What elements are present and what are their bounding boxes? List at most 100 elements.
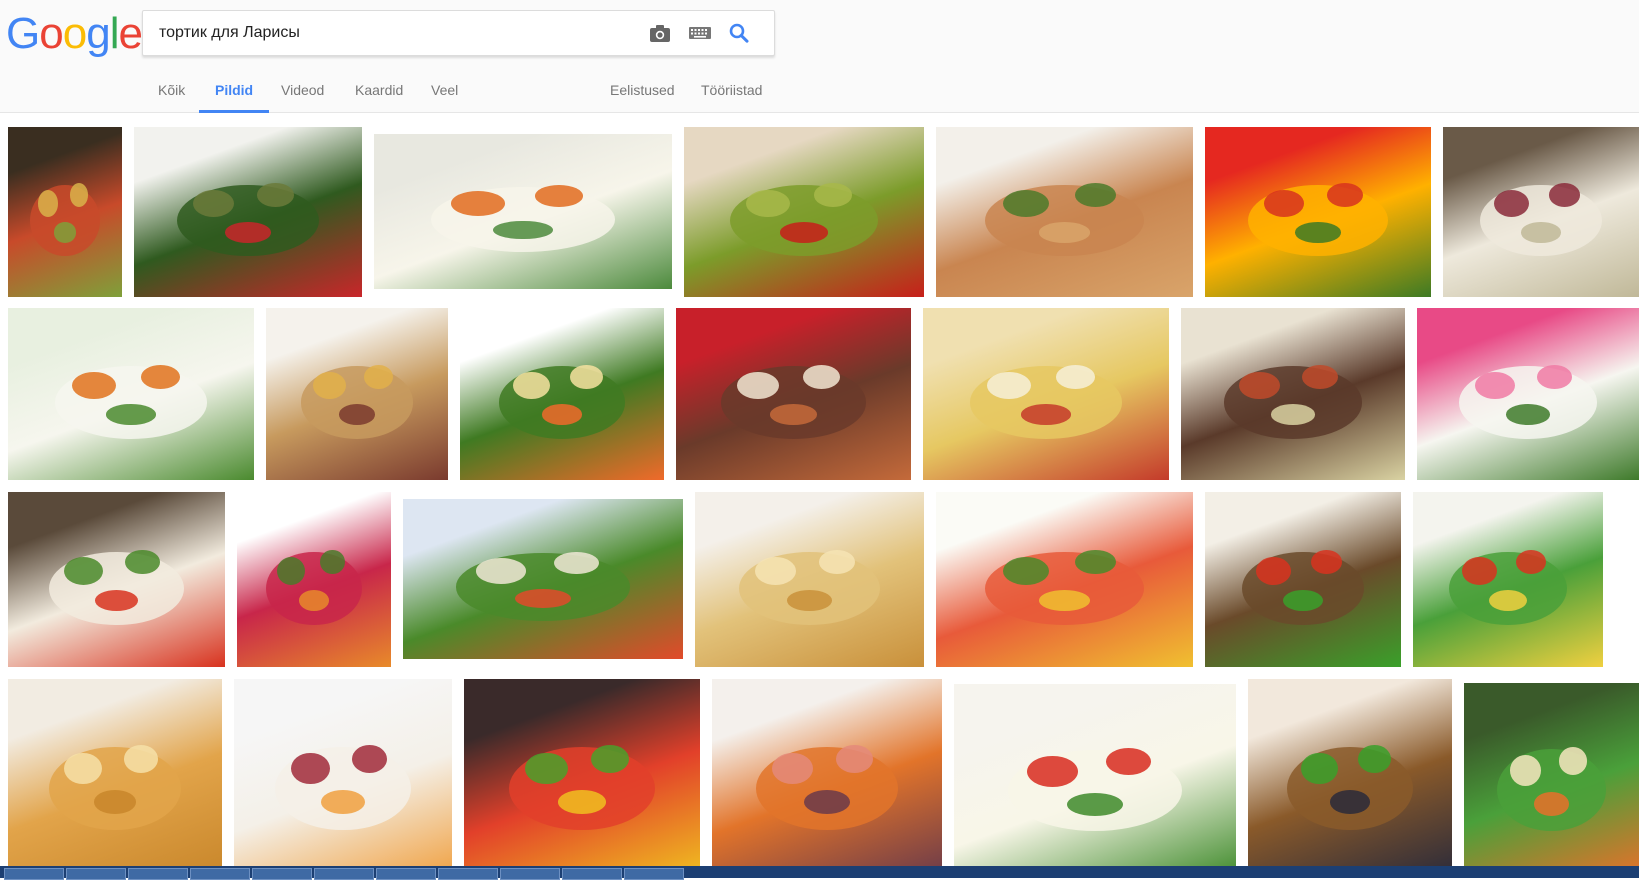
image-detail: [802, 364, 841, 389]
search-box: [142, 10, 775, 56]
image-detail: [1021, 404, 1071, 425]
keyboard-icon[interactable]: [687, 21, 713, 45]
image-result-thumbnail[interactable]: [936, 127, 1193, 297]
image-result-thumbnail[interactable]: [464, 679, 700, 878]
image-detail: [534, 185, 583, 207]
taskbar-item[interactable]: [376, 868, 436, 880]
image-detail: [570, 364, 603, 389]
image-detail: [1509, 755, 1541, 787]
header: Google Kõik Pildid Videod Kaardid Veel E…: [0, 0, 1639, 113]
tab-images[interactable]: Pildid: [198, 72, 270, 113]
image-result-thumbnail[interactable]: [403, 499, 683, 659]
image-result-thumbnail[interactable]: [134, 127, 362, 297]
logo-letter: g: [86, 9, 111, 58]
image-detail: [1038, 222, 1091, 243]
image-result-thumbnail[interactable]: [234, 679, 452, 878]
image-detail: [53, 222, 77, 243]
search-icon[interactable]: [726, 21, 752, 45]
image-detail: [1521, 222, 1561, 243]
image-detail: [225, 222, 271, 243]
tab-maps[interactable]: Kaardid: [355, 72, 403, 112]
taskbar-item[interactable]: [624, 868, 684, 880]
camera-icon[interactable]: [647, 21, 673, 45]
image-detail: [836, 744, 873, 773]
tab-all[interactable]: Kõik: [158, 72, 185, 112]
image-result-thumbnail[interactable]: [695, 492, 924, 667]
image-result-thumbnail[interactable]: [266, 308, 448, 480]
search-input[interactable]: [159, 11, 639, 55]
logo-letter: e: [118, 9, 143, 58]
settings-link[interactable]: Eelistused: [610, 72, 675, 112]
taskbar-item[interactable]: [4, 868, 64, 880]
taskbar-item[interactable]: [252, 868, 312, 880]
image-result-thumbnail[interactable]: [1417, 308, 1639, 480]
image-result-thumbnail[interactable]: [954, 684, 1236, 878]
image-result-thumbnail[interactable]: [374, 134, 672, 289]
image-detail: [746, 189, 790, 218]
image-detail: [986, 371, 1032, 400]
image-detail: [1493, 189, 1530, 218]
image-detail: [351, 744, 387, 773]
taskbar-item[interactable]: [500, 868, 560, 880]
taskbar-item[interactable]: [562, 868, 622, 880]
image-detail: [106, 404, 156, 425]
taskbar-item[interactable]: [190, 868, 250, 880]
logo-letter: G: [6, 9, 40, 58]
image-detail: [364, 364, 394, 389]
image-detail: [554, 551, 599, 575]
tab-videos[interactable]: Videod: [281, 72, 324, 112]
image-result-thumbnail[interactable]: [1181, 308, 1405, 480]
image-detail: [558, 790, 606, 815]
image-detail: [1462, 556, 1497, 585]
image-detail: [1027, 755, 1079, 787]
image-detail: [1505, 404, 1551, 425]
image-detail: [541, 404, 583, 425]
image-detail: [1055, 364, 1096, 389]
image-detail: [1301, 364, 1338, 389]
image-result-thumbnail[interactable]: [1443, 127, 1639, 297]
taskbar-item[interactable]: [128, 868, 188, 880]
image-result-thumbnail[interactable]: [1464, 683, 1639, 878]
image-result-thumbnail[interactable]: [8, 679, 222, 878]
taskbar-item[interactable]: [66, 868, 126, 880]
image-result-thumbnail[interactable]: [676, 308, 911, 480]
image-detail: [123, 744, 158, 773]
image-detail: [313, 371, 347, 400]
image-result-thumbnail[interactable]: [1413, 492, 1603, 667]
image-result-thumbnail[interactable]: [8, 492, 225, 667]
taskbar-item[interactable]: [314, 868, 374, 880]
image-detail: [1239, 371, 1280, 400]
image-detail: [525, 752, 568, 785]
image-detail: [1474, 371, 1515, 400]
image-result-thumbnail[interactable]: [8, 127, 122, 297]
image-result-thumbnail[interactable]: [237, 492, 391, 667]
taskbar-item[interactable]: [438, 868, 498, 880]
image-result-thumbnail[interactable]: [684, 127, 924, 297]
image-detail: [94, 590, 139, 611]
image-detail: [1534, 792, 1569, 816]
image-detail: [71, 371, 117, 400]
tab-more[interactable]: Veel: [431, 72, 458, 112]
image-detail: [451, 191, 506, 217]
image-detail: [257, 183, 294, 207]
tools-link[interactable]: Tööriistad: [701, 72, 762, 112]
image-result-thumbnail[interactable]: [923, 308, 1169, 480]
windows-taskbar: [0, 866, 1639, 880]
image-detail: [1548, 183, 1581, 207]
image-result-thumbnail[interactable]: [1248, 679, 1452, 878]
image-result-thumbnail[interactable]: [8, 308, 254, 480]
image-detail: [754, 556, 796, 585]
image-detail: [125, 549, 160, 575]
image-result-thumbnail[interactable]: [936, 492, 1193, 667]
image-detail: [140, 364, 181, 389]
image-detail: [1283, 590, 1323, 611]
google-logo[interactable]: Google: [6, 6, 143, 62]
image-result-thumbnail[interactable]: [460, 308, 664, 480]
image-result-thumbnail[interactable]: [712, 679, 942, 878]
image-detail: [1515, 549, 1546, 575]
image-detail: [1536, 364, 1573, 389]
image-detail: [813, 183, 852, 207]
image-detail: [770, 404, 817, 425]
image-result-thumbnail[interactable]: [1205, 492, 1401, 667]
image-result-thumbnail[interactable]: [1205, 127, 1431, 297]
